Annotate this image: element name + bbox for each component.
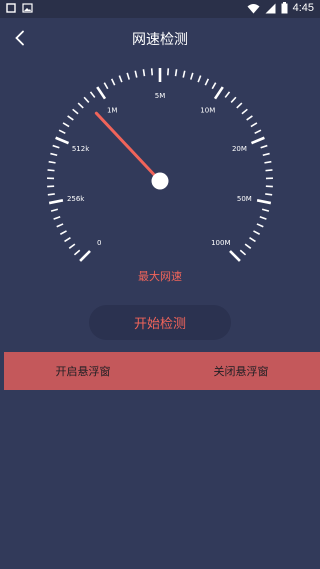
gauge-minor-tick [47, 169, 55, 172]
gauge-minor-tick [265, 169, 273, 172]
gauge-minor-tick [77, 102, 84, 109]
gauge-minor-tick [59, 230, 67, 235]
gauge-minor-tick [264, 160, 272, 164]
gauge-minor-tick [230, 96, 237, 103]
gauge-minor-tick [110, 78, 116, 86]
gauge-minor-tick [224, 91, 231, 98]
gauge-label: 50M [237, 195, 252, 203]
gauge-major-tick [250, 136, 265, 145]
gauge-minor-tick [241, 108, 248, 115]
gauge-minor-tick [250, 122, 258, 128]
gauge-minor-tick [58, 129, 66, 135]
image-notification-icon [22, 3, 33, 13]
gauge-major-tick [55, 136, 70, 145]
square-notification-icon [6, 3, 16, 13]
status-time: 4:45 [292, 2, 314, 14]
gauge-major-tick [79, 250, 91, 262]
gauge-minor-tick [73, 249, 81, 256]
gauge-minor-tick [89, 91, 96, 98]
gauge-label: 256k [67, 195, 85, 203]
gauge-major-tick [229, 250, 241, 262]
gauge-major-tick [256, 199, 272, 205]
gauge-minor-tick [249, 237, 256, 243]
gauge-minor-tick [118, 75, 123, 83]
status-bar-left [6, 3, 33, 13]
gauge-label: 20M [232, 145, 247, 153]
gauge-label: 10M [200, 106, 215, 114]
gauge-minor-tick [50, 152, 58, 157]
gauge-minor-tick [261, 208, 270, 212]
gauge-minor-tick [142, 69, 146, 77]
gauge-minor-tick [56, 223, 64, 228]
gauge-minor-tick [53, 215, 61, 220]
gauge-minor-tick [211, 82, 217, 90]
signal-icon [265, 3, 276, 13]
gauge-minor-tick [48, 160, 56, 164]
gauge-minor-tick [256, 223, 264, 228]
gauge-minor-tick [190, 72, 194, 80]
gauge-major-tick [213, 86, 224, 100]
status-bar: 4:45 [0, 0, 320, 18]
gauge-minor-tick [50, 208, 59, 212]
status-bar-right: 4:45 [247, 2, 314, 14]
gauge-minor-tick [134, 70, 138, 78]
gauge-minor-tick [52, 144, 60, 149]
floating-window-bar: 开启悬浮窗 关闭悬浮窗 [4, 352, 320, 390]
gauge-label: 100M [211, 239, 230, 247]
gauge-label: 5M [155, 92, 166, 100]
gauge-labels: 0 256k 512k 1M 5M 10M 20M 50M 100M [67, 92, 252, 247]
gauge-minor-tick [72, 108, 79, 115]
gauge-minor-tick [259, 215, 267, 220]
gauge-minor-tick [236, 102, 243, 109]
gauge-minor-tick [174, 69, 178, 77]
gauge-label: 512k [72, 145, 90, 153]
gauge-minor-tick [254, 129, 262, 135]
gauge-minor-tick [204, 78, 210, 86]
gauge-minor-tick [103, 82, 109, 90]
wifi-icon [247, 3, 260, 13]
gauge-minor-tick [197, 75, 202, 83]
gauge-label: 0 [97, 239, 101, 247]
gauge-minor-tick [246, 115, 253, 121]
gauge-minor-tick [47, 193, 55, 196]
gauge-major-tick [48, 199, 64, 205]
gauge-minor-tick [68, 243, 76, 249]
battery-icon [281, 2, 288, 14]
gauge-minor-tick [265, 193, 273, 196]
gauge-minor-tick [64, 237, 71, 243]
gauge-label: 1M [107, 106, 118, 114]
gauge-minor-tick [239, 249, 247, 256]
gauge-needle [94, 111, 162, 183]
open-floating-window-button[interactable]: 开启悬浮窗 [4, 352, 162, 390]
gauge-minor-tick [167, 68, 170, 76]
close-floating-window-button[interactable]: 关闭悬浮窗 [162, 352, 320, 390]
gauge-minor-tick [260, 144, 268, 149]
gauge-minor-tick [67, 115, 74, 121]
gauge-minor-tick [253, 230, 261, 235]
start-test-button[interactable]: 开始检测 [89, 305, 231, 340]
gauge-minor-tick [126, 72, 130, 80]
gauge-major-tick [96, 86, 107, 100]
gauge-minor-tick [262, 152, 270, 157]
gauge-needle-hub [151, 172, 169, 190]
gauge-minor-tick [150, 68, 153, 76]
gauge-minor-tick [182, 70, 186, 78]
gauge-minor-tick [83, 96, 90, 103]
gauge-minor-tick [244, 243, 252, 249]
gauge-minor-tick [62, 122, 70, 128]
page-title: 网速检测 [132, 32, 188, 48]
speed-gauge: 0 256k 512k 1M 5M 10M 20M 50M 100M 最大网速 [0, 58, 320, 290]
gauge-dial: 0 256k 512k 1M 5M 10M 20M 50M 100M 最大网速 [47, 68, 273, 283]
top-bar: 网速检测 [0, 18, 320, 58]
gauge-caption: 最大网速 [138, 269, 182, 283]
